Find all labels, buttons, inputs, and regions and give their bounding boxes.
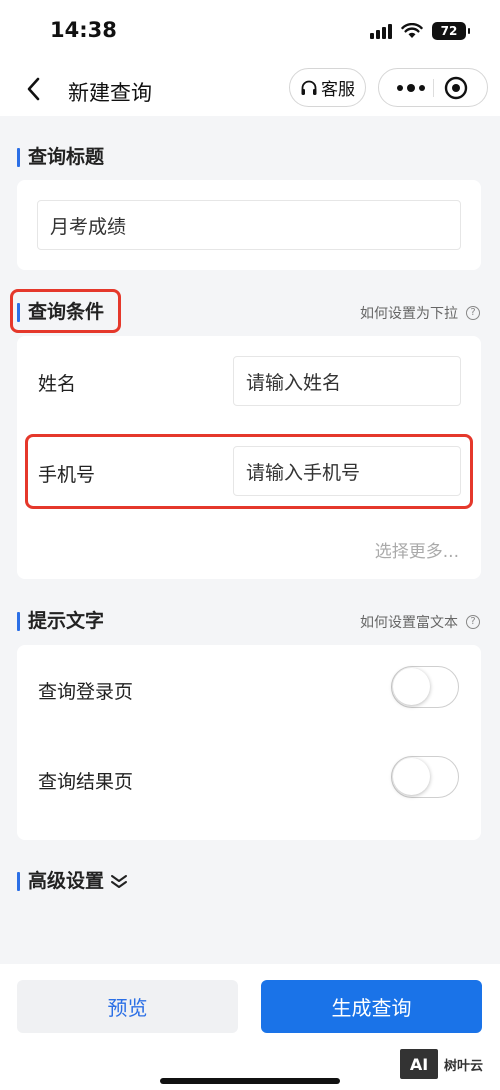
phone-row-highlight — [25, 434, 473, 509]
nav-bar: 新建查询 客服 — [0, 62, 500, 116]
back-icon[interactable] — [18, 72, 52, 106]
tips-card: 查询登录页 查询结果页 — [17, 645, 481, 840]
query-title-heading: 查询标题 — [17, 145, 104, 169]
mini-program-capsule — [378, 68, 488, 107]
rich-text-help-link[interactable]: 如何设置富文本 ? — [360, 612, 480, 632]
rich-text-help-text: 如何设置富文本 — [360, 615, 458, 631]
toggle-knob — [393, 758, 430, 795]
watermark-logo: AI 树叶云 — [398, 1044, 498, 1084]
name-input[interactable]: 请输入姓名 — [233, 356, 461, 406]
customer-service-label: 客服 — [321, 80, 355, 100]
page-title: 新建查询 — [68, 81, 152, 105]
select-more-link[interactable]: 选择更多... — [375, 537, 459, 562]
double-chevron-down-icon — [111, 875, 128, 888]
status-bar: 14:38 72 — [0, 0, 500, 62]
name-field-label: 姓名 — [38, 373, 77, 395]
watermark-badge: AI — [398, 1047, 440, 1081]
capsule-divider — [433, 79, 434, 97]
help-question-icon: ? — [466, 306, 480, 320]
bottom-action-bar: 预览 生成查询 AI 树叶云 — [0, 964, 500, 1090]
customer-service-button[interactable]: 客服 — [289, 68, 366, 107]
close-circle-icon[interactable] — [443, 75, 469, 101]
toggle-knob — [393, 668, 430, 705]
home-indicator — [160, 1078, 340, 1084]
dropdown-help-text: 如何设置为下拉 — [360, 306, 458, 322]
generate-query-button[interactable]: 生成查询 — [261, 980, 482, 1033]
advanced-settings-toggle[interactable]: 高级设置 — [17, 869, 128, 893]
login-page-toggle[interactable] — [391, 666, 459, 708]
status-icons: 72 — [370, 20, 470, 42]
advanced-settings-heading: 高级设置 — [28, 870, 105, 892]
headset-icon — [301, 80, 317, 95]
result-page-toggle[interactable] — [391, 756, 459, 798]
more-icon[interactable] — [389, 69, 433, 106]
result-page-label: 查询结果页 — [38, 771, 134, 793]
help-question-icon: ? — [466, 615, 480, 629]
login-page-label: 查询登录页 — [38, 681, 134, 703]
status-time: 14:38 — [50, 18, 117, 42]
signal-icon — [370, 23, 392, 39]
watermark-text: 树叶云 — [444, 1058, 484, 1074]
preview-button[interactable]: 预览 — [17, 980, 238, 1033]
battery-icon: 72 — [432, 22, 470, 40]
tips-heading: 提示文字 — [17, 609, 104, 633]
dropdown-help-link[interactable]: 如何设置为下拉 ? — [360, 303, 480, 323]
wifi-icon — [401, 23, 423, 38]
query-title-card: 月考成绩 — [17, 180, 481, 270]
conditions-heading-highlight — [10, 289, 121, 333]
query-title-input[interactable]: 月考成绩 — [37, 200, 461, 250]
